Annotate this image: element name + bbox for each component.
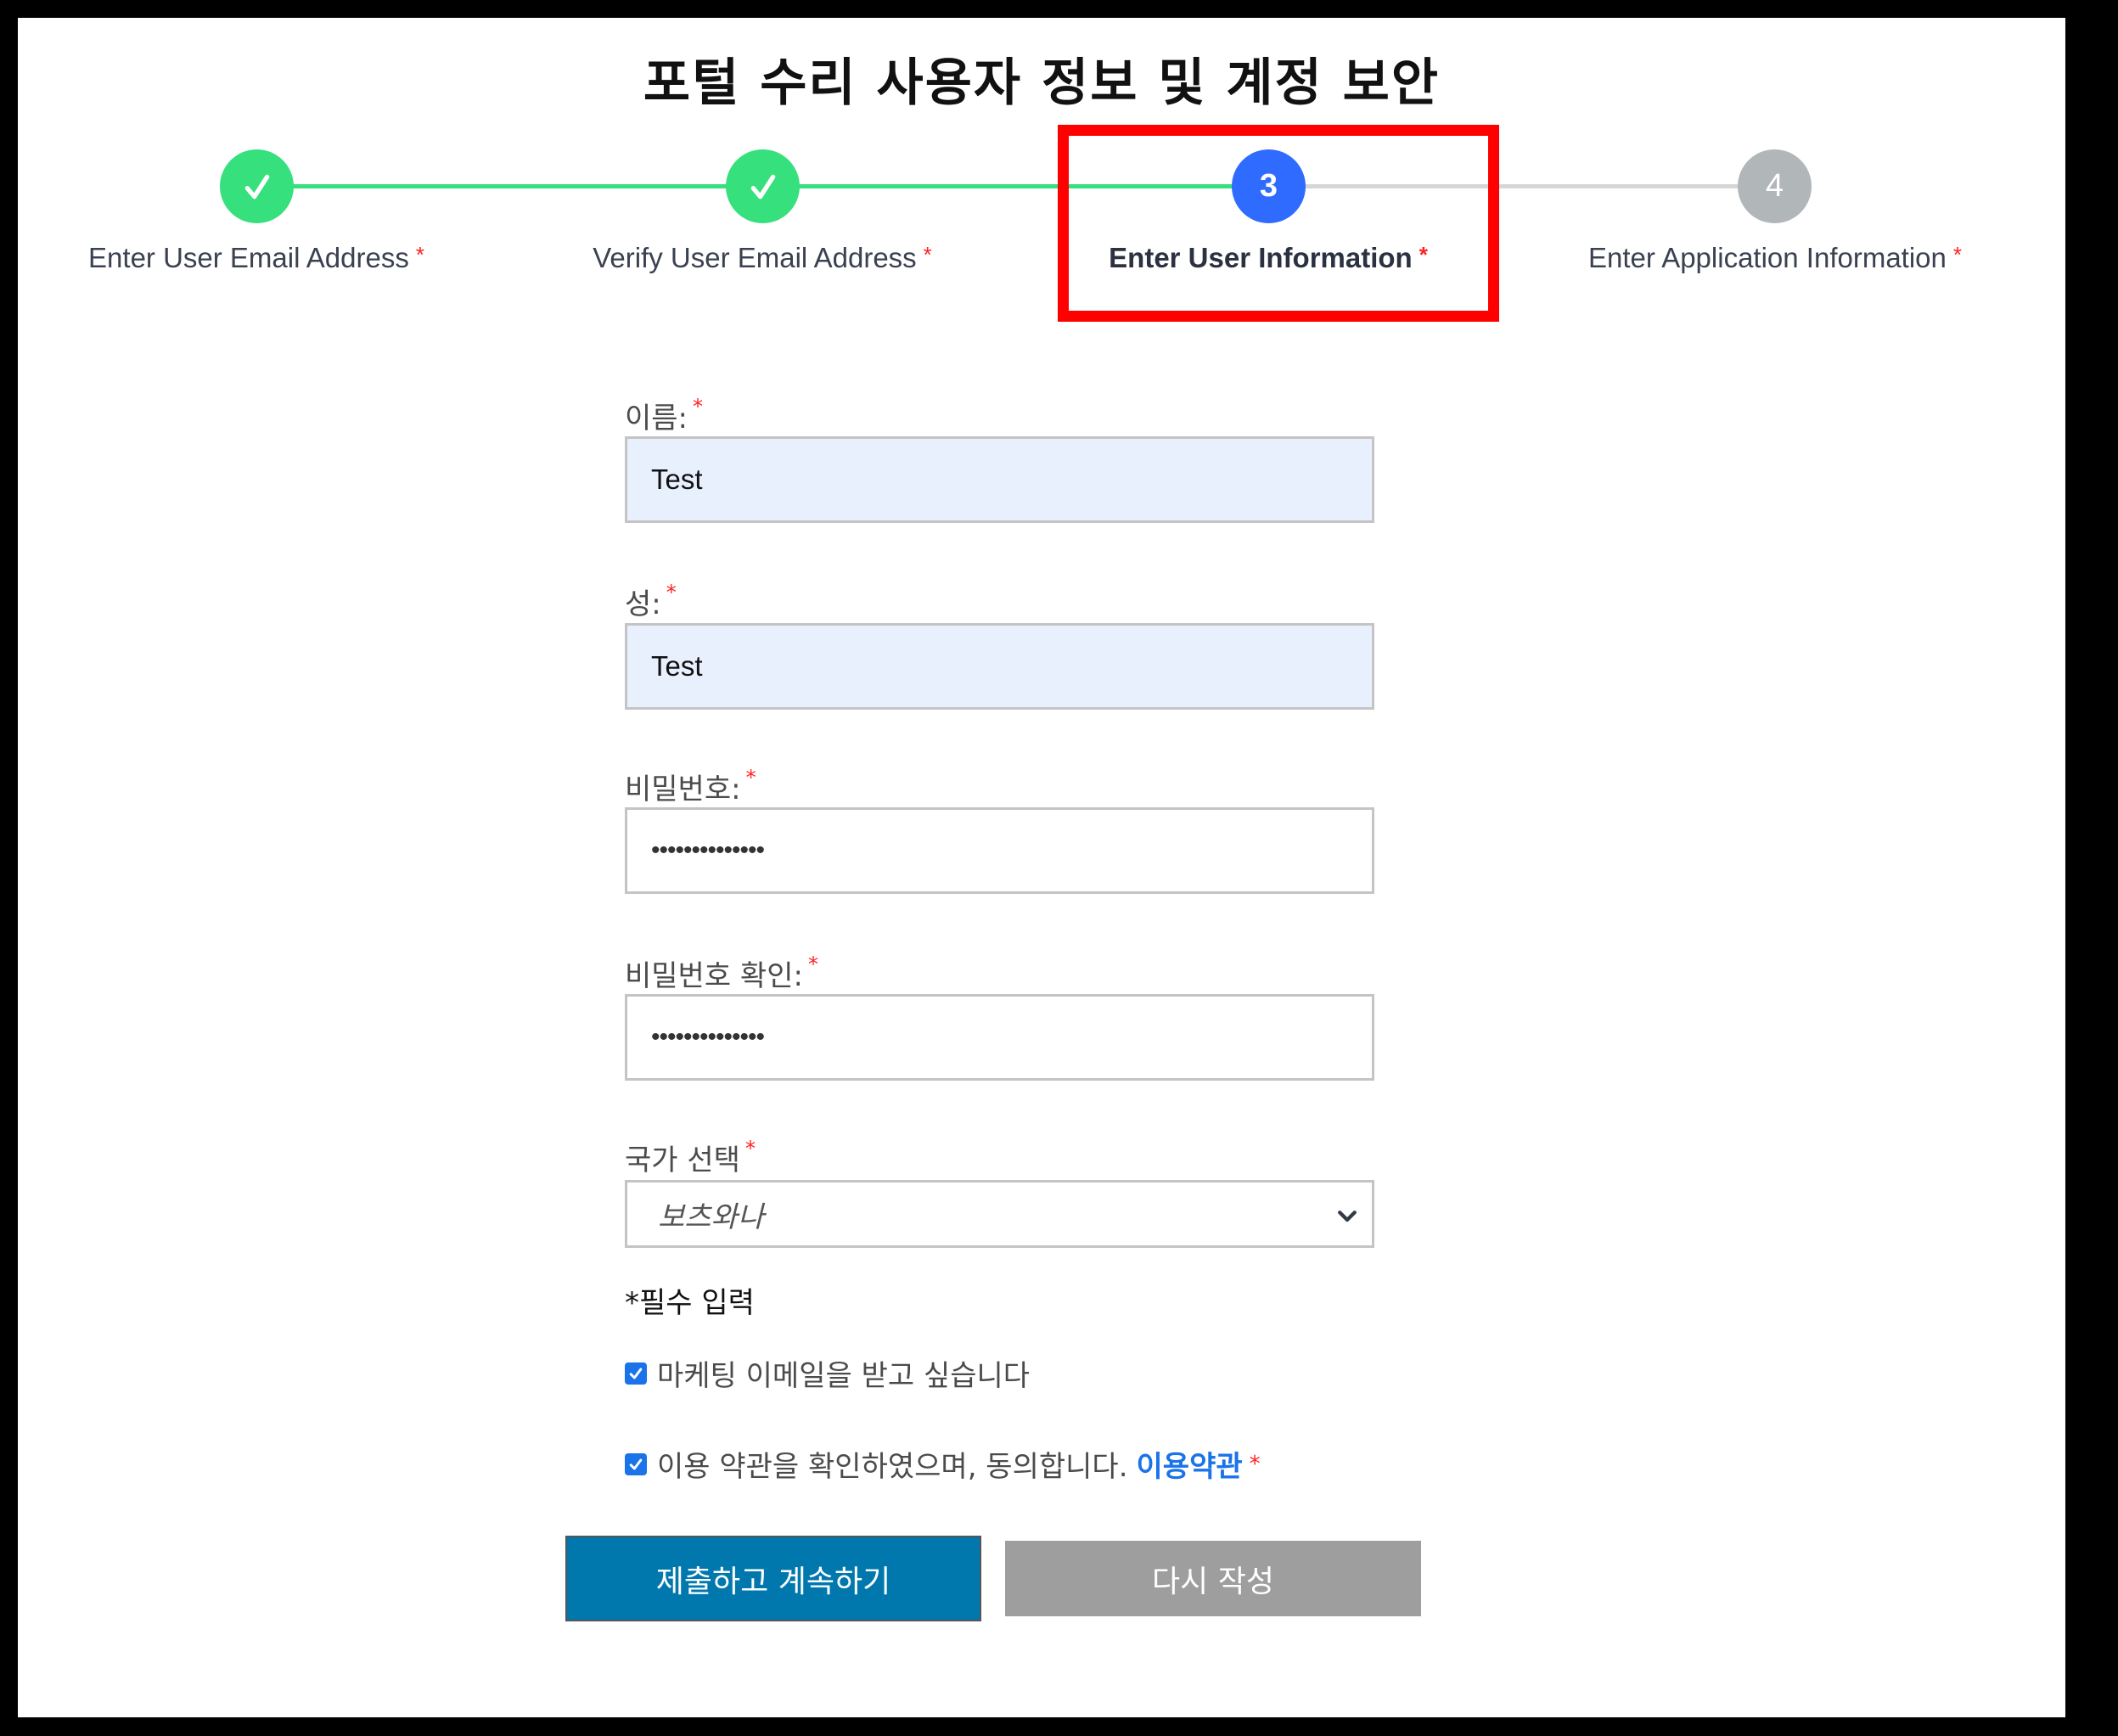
checkmark-icon bbox=[629, 1458, 643, 1469]
confirm-password-input[interactable]: •••••••••••••• bbox=[625, 994, 1374, 1081]
required-marker: * bbox=[1952, 242, 1963, 267]
step-3-label: Enter User Information * bbox=[1109, 242, 1428, 273]
terms-agreement-checkbox[interactable] bbox=[625, 1452, 647, 1475]
step-3-circle: 3 bbox=[1232, 149, 1306, 223]
marketing-email-label: 마케팅 이메일을 받고 싶습니다 bbox=[657, 1359, 1031, 1393]
required-marker: * bbox=[744, 1137, 756, 1160]
step-4-circle: 4 bbox=[1738, 149, 1812, 223]
country-selected-value: 보츠와나 bbox=[658, 1199, 765, 1234]
page: 포털 수리 사용자 정보 및 계정 보안 3 4 Enter User Emai… bbox=[18, 18, 2065, 1717]
checkmark-icon bbox=[629, 1368, 643, 1379]
country-select[interactable]: 보츠와나 bbox=[625, 1180, 1374, 1248]
progress-stepper: 3 4 Enter User Email Address * Verify Use… bbox=[18, 18, 2065, 357]
marketing-email-checkbox[interactable] bbox=[625, 1362, 647, 1385]
checkmark-icon bbox=[750, 174, 775, 199]
required-marker: * bbox=[666, 581, 677, 604]
required-marker: * bbox=[807, 952, 818, 976]
required-marker: * bbox=[415, 242, 424, 267]
reset-button[interactable]: 다시 작성 bbox=[1005, 1541, 1421, 1616]
country-label: 국가 선택 * bbox=[625, 1137, 756, 1177]
password-input[interactable]: •••••••••••••• bbox=[625, 807, 1374, 894]
stepper-connector-2-3 bbox=[799, 184, 1268, 188]
step-4-label: Enter Application Information * bbox=[1587, 242, 1963, 273]
terms-of-use-link[interactable]: 이용약관 bbox=[1137, 1443, 1243, 1485]
confirm-password-label: 비밀번호 확인: * bbox=[625, 952, 818, 993]
terms-agreement-option[interactable]: 이용 약관을 확인하였으며, 동의합니다. 이용약관 * bbox=[625, 1443, 1261, 1485]
required-marker: * bbox=[1249, 1451, 1261, 1477]
required-marker: * bbox=[923, 242, 932, 267]
last-name-label: 성: * bbox=[625, 581, 677, 621]
marketing-email-option[interactable]: 마케팅 이메일을 받고 싶습니다 bbox=[625, 1352, 1030, 1394]
required-marker: * bbox=[693, 395, 704, 419]
step-1-label: Enter User Email Address * bbox=[88, 242, 424, 273]
last-name-input[interactable]: Test bbox=[625, 623, 1374, 710]
required-marker: * bbox=[1419, 242, 1428, 267]
terms-agreement-label: 이용 약관을 확인하였으며, 동의합니다. bbox=[657, 1450, 1128, 1484]
chevron-down-icon bbox=[1338, 1211, 1357, 1222]
first-name-input[interactable]: Test bbox=[625, 436, 1374, 523]
password-label: 비밀번호: * bbox=[625, 766, 756, 806]
checkmark-icon bbox=[244, 174, 269, 199]
stepper-connector-1-2 bbox=[293, 184, 762, 188]
step-2-circle bbox=[726, 149, 800, 223]
step-1-circle bbox=[220, 149, 294, 223]
submit-continue-button[interactable]: 제출하고 계속하기 bbox=[565, 1536, 981, 1621]
step-2-label: Verify User Email Address * bbox=[593, 242, 932, 273]
first-name-label: 이름: * bbox=[625, 395, 704, 435]
stepper-connector-3-4 bbox=[1305, 184, 1774, 188]
required-marker: * bbox=[745, 766, 756, 789]
required-fields-note: *필수 입력 bbox=[625, 1286, 755, 1320]
